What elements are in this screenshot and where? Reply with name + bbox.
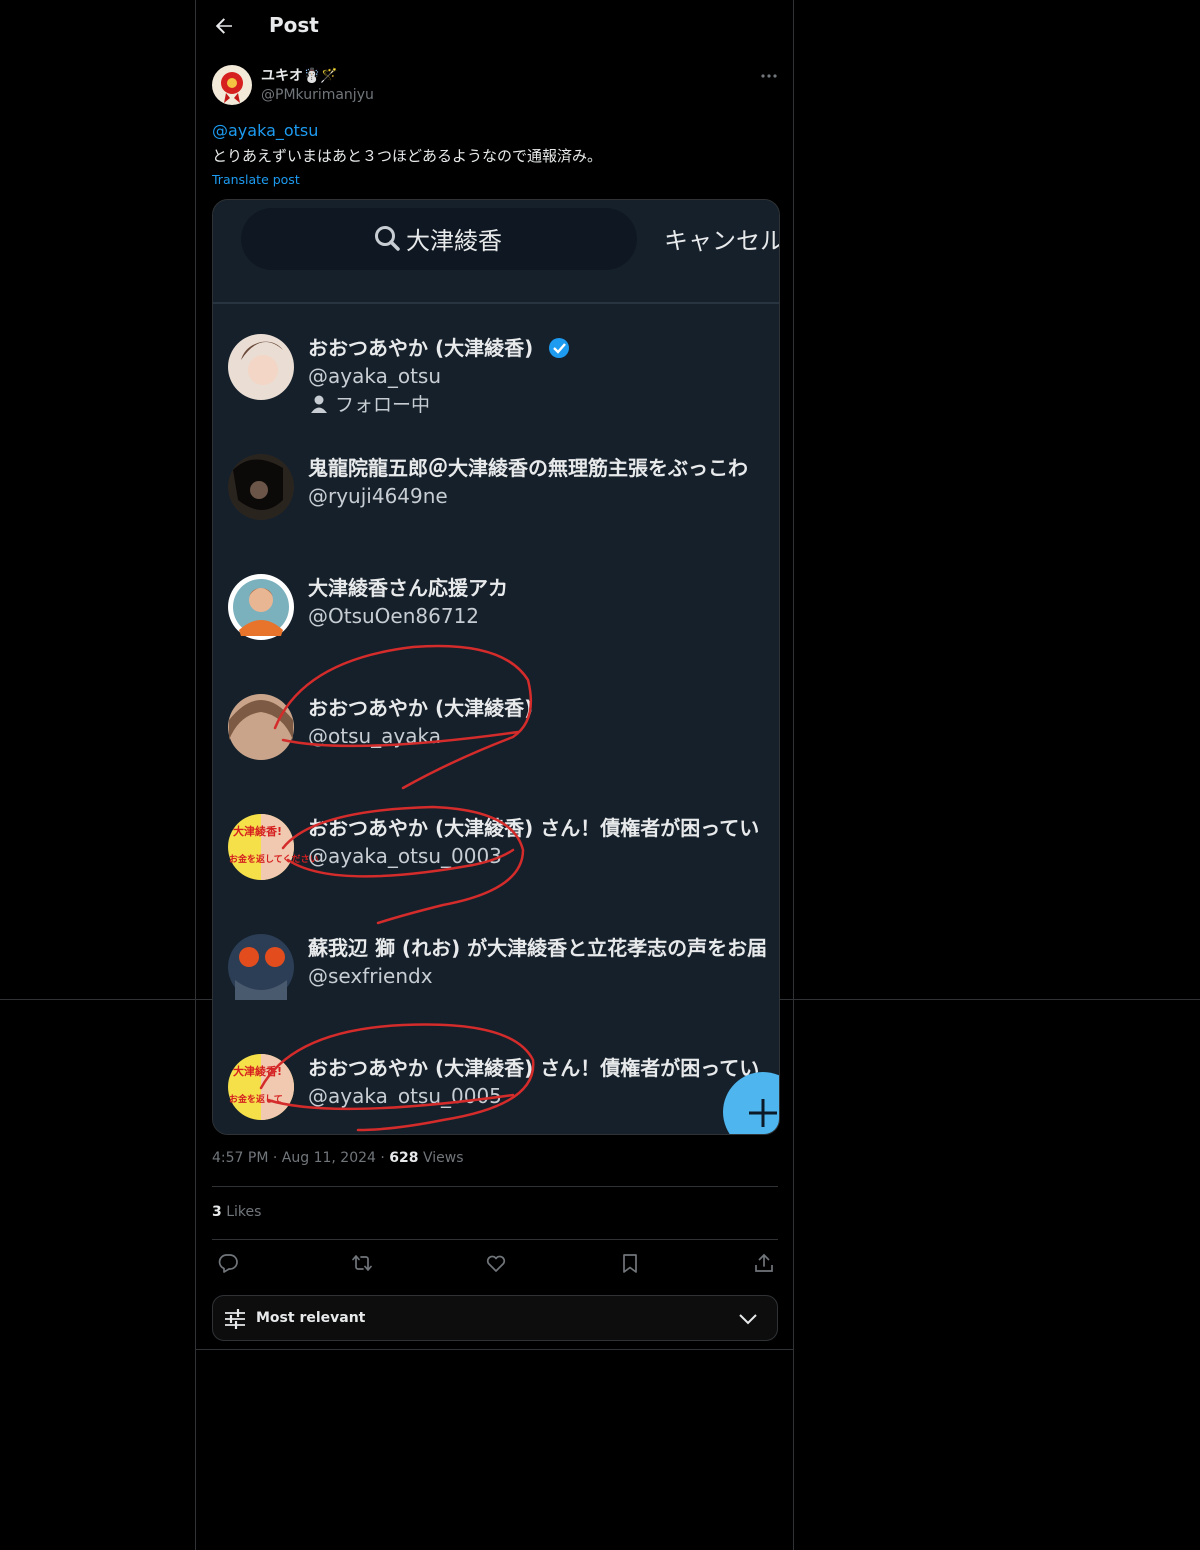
sort-label: Most relevant (256, 1310, 366, 1326)
svg-text:大津綾香!: 大津綾香! (233, 824, 282, 838)
svg-text:おおつあやか (大津綾香): おおつあやか (大津綾香) (308, 696, 533, 720)
svg-text:@sexfriendx: @sexfriendx (308, 964, 433, 988)
divider (212, 1239, 778, 1240)
verified-badge-icon (549, 338, 569, 358)
likes-count: 3 (212, 1204, 222, 1220)
author-display-name[interactable]: ユキオ☃️🪄 (261, 65, 338, 85)
meta-separator: · (272, 1150, 278, 1166)
svg-text:蘇我辺 獅 (れお) が大津綾香と立花孝志の声をお届: 蘇我辺 獅 (れお) が大津綾香と立花孝志の声をお届 (307, 936, 767, 960)
post-mention-link[interactable]: @ayaka_otsu (212, 121, 318, 140)
chevron-down-icon (739, 1314, 757, 1325)
post-image[interactable]: 大津綾香 キャンセル おおつあやか (大津綾香) @ayaka_otsu フォロ… (212, 199, 780, 1135)
meta-separator-2: · (380, 1150, 385, 1166)
post-text: とりあえずいまはあと３つほどあるようなので通報済み。 (212, 147, 603, 165)
page-title: Post (269, 13, 319, 37)
post-time[interactable]: 4:57 PM (212, 1150, 268, 1166)
svg-text:@ryuji4649ne: @ryuji4649ne (308, 484, 448, 508)
translate-post-link[interactable]: Translate post (212, 172, 300, 187)
svg-text:フォロー中: フォロー中 (335, 394, 430, 416)
repost-icon[interactable] (351, 1252, 373, 1274)
author-handle[interactable]: @PMkurimanjyu (261, 87, 374, 103)
divider (212, 1186, 778, 1187)
screenshot-search-query: 大津綾香 (406, 227, 502, 255)
svg-text:@ayaka_otsu: @ayaka_otsu (308, 364, 441, 388)
likes-label: Likes (226, 1204, 262, 1220)
likes-link[interactable]: 3 Likes (212, 1204, 261, 1220)
screenshot-cancel-label: キャンセル (664, 227, 779, 255)
views-label: Views (422, 1150, 464, 1166)
like-icon[interactable] (485, 1252, 507, 1274)
svg-text:おおつあやか (大津綾香) さん！債権者が困ってい: おおつあやか (大津綾香) さん！債権者が困ってい (308, 816, 759, 840)
search-screenshot: 大津綾香 キャンセル おおつあやか (大津綾香) @ayaka_otsu フォロ… (213, 200, 779, 1134)
author-avatar[interactable] (212, 65, 252, 105)
bookmark-icon[interactable] (619, 1252, 641, 1274)
page-header: Post (196, 0, 795, 54)
svg-text:大津綾香さん応援アカ: 大津綾香さん応援アカ (308, 576, 508, 600)
back-arrow-icon[interactable] (212, 14, 236, 38)
post-date[interactable]: Aug 11, 2024 (282, 1150, 376, 1166)
sort-replies-dropdown[interactable]: Most relevant (212, 1295, 778, 1341)
more-icon[interactable] (759, 66, 779, 86)
views-count: 628 (389, 1150, 419, 1166)
sliders-icon (225, 1309, 245, 1329)
reply-icon[interactable] (217, 1252, 239, 1274)
svg-text:@ayaka_otsu_0005: @ayaka_otsu_0005 (308, 1084, 502, 1108)
share-icon[interactable] (753, 1252, 775, 1274)
svg-text:おおつあやか (大津綾香): おおつあやか (大津綾香) (308, 336, 533, 360)
svg-text:@OtsuOen86712: @OtsuOen86712 (308, 604, 479, 628)
column-bottom-divider (195, 1349, 794, 1350)
main-column: Post ユキオ☃️🪄 @PMkurimanjyu @ayaka_otsu とり… (195, 0, 794, 1550)
svg-text:お金を返してください: お金を返してください (229, 853, 318, 865)
svg-text:鬼龍院龍五郎＠大津綾香の無理筋主張をぶっこわ: 鬼龍院龍五郎＠大津綾香の無理筋主張をぶっこわ (308, 456, 748, 480)
post-meta: 4:57 PM · Aug 11, 2024 · 628 Views (212, 1150, 464, 1166)
svg-text:お金を返して: お金を返して (229, 1093, 283, 1105)
